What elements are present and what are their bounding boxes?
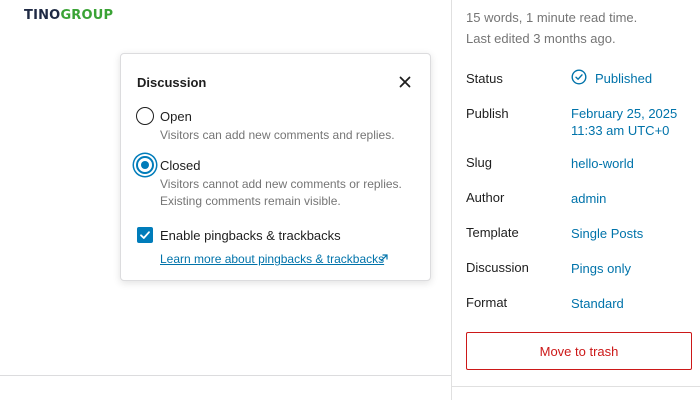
published-check-icon <box>571 69 587 85</box>
author-label: Author <box>466 190 505 205</box>
publish-date-value[interactable]: February 25, 2025 <box>571 105 677 122</box>
sidebar-divider <box>451 0 452 400</box>
logo-text-part2: GROUP <box>60 8 114 23</box>
pingbacks-checkbox[interactable] <box>137 227 153 243</box>
discussion-label: Discussion <box>466 260 529 275</box>
slug-label: Slug <box>466 155 493 170</box>
radio-closed[interactable] <box>136 156 154 174</box>
option-closed-label: Closed <box>160 158 201 173</box>
format-label: Format <box>466 295 508 310</box>
last-edited: Last edited 3 months ago. <box>466 31 616 46</box>
discussion-value[interactable]: Pings only <box>571 260 631 277</box>
author-value[interactable]: admin <box>571 190 606 207</box>
template-label: Template <box>466 225 519 240</box>
external-link-icon <box>380 254 388 262</box>
status-value[interactable]: Published <box>595 70 652 87</box>
option-open-help: Visitors can add new comments and replie… <box>160 128 395 142</box>
option-closed-help: Visitors cannot add new comments or repl… <box>160 177 402 208</box>
option-open-label: Open <box>160 109 192 124</box>
slug-value[interactable]: hello-world <box>571 155 634 172</box>
checkmark-icon <box>140 231 150 239</box>
pingbacks-label: Enable pingbacks & trackbacks <box>160 228 341 243</box>
logo-text-part1: TINO <box>24 8 61 23</box>
format-value[interactable]: Standard <box>571 295 624 312</box>
status-label: Status <box>466 71 503 86</box>
template-value[interactable]: Single Posts <box>571 225 643 242</box>
move-to-trash-button[interactable]: Move to trash <box>466 332 692 370</box>
learn-more-link[interactable]: Learn more about pingbacks & trackbacks <box>160 252 384 266</box>
publish-time-value[interactable]: 11:33 am UTC+0 <box>571 122 669 139</box>
discussion-popover: Discussion Open Visitors can add new com… <box>120 53 431 281</box>
editor-divider <box>0 375 451 376</box>
radio-open[interactable] <box>136 107 154 125</box>
close-icon <box>399 76 411 88</box>
popover-title: Discussion <box>137 75 207 90</box>
publish-label: Publish <box>466 106 509 121</box>
word-count: 15 words, 1 minute read time. <box>466 10 638 25</box>
close-button[interactable] <box>393 70 417 94</box>
sidebar-bottom-divider <box>451 386 700 387</box>
brand-logo: TINOGROUP <box>24 8 113 23</box>
